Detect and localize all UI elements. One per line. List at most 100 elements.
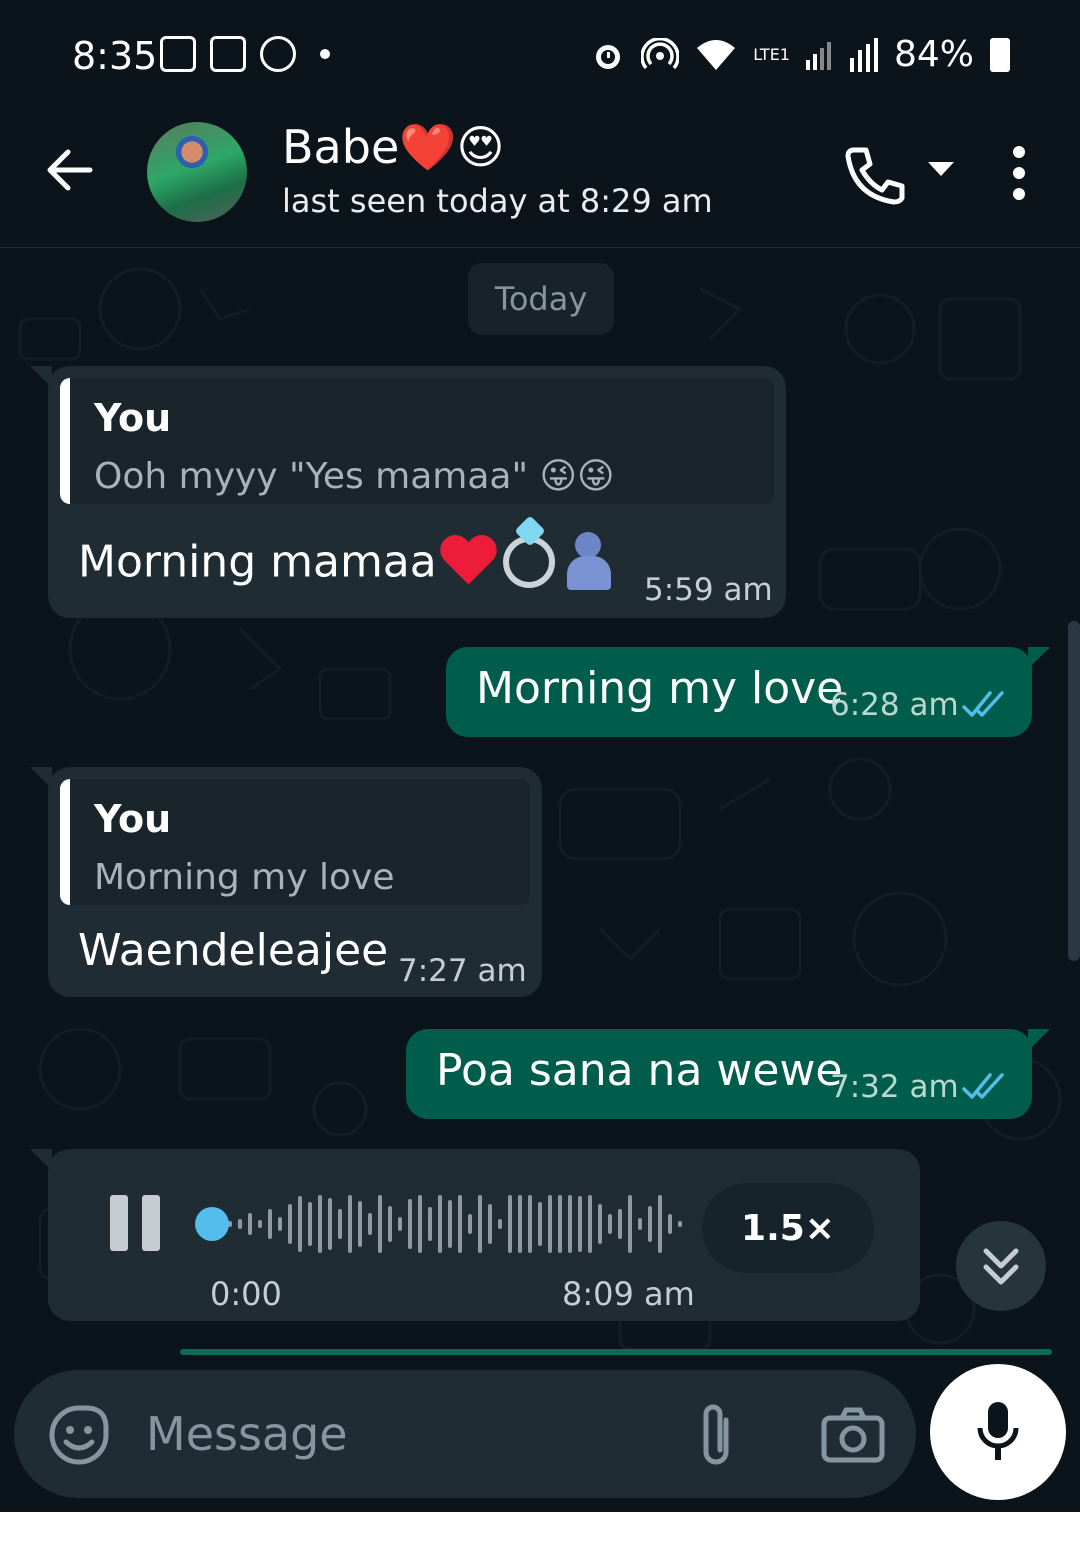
message-time: 7:27 am xyxy=(398,953,527,989)
voice-message-bubble[interactable]: 1.5× 0:00 8:09 am xyxy=(30,1149,920,1321)
quoted-text: Ooh myyy "Yes mamaa" 😜😜 xyxy=(94,456,615,497)
status-bar: 8:35 LTE1 84% xyxy=(0,0,1080,110)
attachment-icon[interactable] xyxy=(690,1400,742,1472)
waveform-bar xyxy=(578,1196,582,1252)
message-bubble-incoming[interactable]: You Morning my love Waendeleajee 7:27 am xyxy=(30,767,542,997)
waveform-bar xyxy=(558,1195,562,1253)
back-arrow-icon[interactable] xyxy=(40,140,100,200)
waveform-bar xyxy=(388,1206,392,1242)
waveform-bar xyxy=(338,1209,342,1239)
camera-icon[interactable] xyxy=(820,1404,886,1466)
pause-button[interactable] xyxy=(110,1195,160,1251)
waveform-bar xyxy=(448,1200,452,1248)
quote-bar xyxy=(60,378,70,504)
double-chevron-down-icon xyxy=(983,1248,1019,1285)
waveform-bar xyxy=(348,1195,352,1253)
waveform-bar xyxy=(478,1195,482,1253)
hugging-people-emoji-icon xyxy=(566,532,617,592)
message-time: 7:32 am xyxy=(830,1069,959,1105)
contact-name[interactable]: Babe❤️😍 xyxy=(282,120,504,175)
ring-emoji-icon xyxy=(502,536,555,588)
voice-record-button[interactable] xyxy=(930,1364,1066,1500)
waveform-bar xyxy=(618,1209,622,1239)
more-notifications-dot xyxy=(320,49,330,59)
audio-waveform[interactable] xyxy=(194,1189,684,1259)
waveform-bar xyxy=(418,1195,422,1253)
waveform-bar xyxy=(508,1195,512,1253)
waveform-bar xyxy=(408,1199,412,1249)
quoted-author: You xyxy=(94,797,172,841)
waveform-bar xyxy=(268,1209,272,1239)
recording-progress-line xyxy=(180,1349,1052,1355)
sticker-emoji-icon[interactable] xyxy=(48,1404,110,1466)
waveform-bar xyxy=(498,1219,502,1229)
message-text: Morning my love xyxy=(476,663,844,714)
scroll-to-bottom-button[interactable] xyxy=(956,1221,1046,1311)
message-bubble-outgoing[interactable]: Morning my love 6:28 am xyxy=(446,647,1050,737)
waveform-bar xyxy=(518,1195,522,1253)
waveform-bar xyxy=(258,1220,262,1228)
bubble-tail xyxy=(30,767,52,789)
quoted-message[interactable]: You Ooh myyy "Yes mamaa" 😜😜 xyxy=(60,378,774,504)
waveform-bar xyxy=(678,1221,682,1227)
waveform-bar xyxy=(328,1198,332,1250)
read-receipt-icon xyxy=(962,691,1004,717)
waveform-bar xyxy=(648,1206,652,1242)
contact-avatar[interactable] xyxy=(147,122,247,222)
message-input-container[interactable] xyxy=(14,1370,916,1498)
playback-position-knob[interactable] xyxy=(195,1207,229,1241)
waveform-bar xyxy=(378,1195,382,1253)
message-time: 5:59 am xyxy=(644,572,773,608)
voice-call-icon[interactable] xyxy=(840,140,910,210)
message-input[interactable] xyxy=(146,1400,646,1468)
quoted-text: Morning my love xyxy=(94,857,395,898)
date-separator: Today xyxy=(468,263,614,335)
message-bubble-incoming[interactable]: You Ooh myyy "Yes mamaa" 😜😜 Morning mama… xyxy=(30,366,786,618)
waveform-bar xyxy=(658,1195,662,1253)
status-time: 8:35 xyxy=(72,34,158,78)
waveform-bar xyxy=(248,1213,252,1235)
microphone-icon xyxy=(977,1402,1019,1460)
waveform-bar xyxy=(438,1195,442,1253)
message-text: Waendeleajee xyxy=(78,925,389,976)
battery-percent: 84% xyxy=(893,34,974,75)
bubble-tail xyxy=(30,366,52,388)
alarm-icon xyxy=(596,44,621,69)
quoted-message[interactable]: You Morning my love xyxy=(60,779,530,905)
playback-speed-button[interactable]: 1.5× xyxy=(702,1183,874,1273)
system-nav-bar xyxy=(0,1512,1080,1542)
battery-icon xyxy=(990,37,1010,72)
waveform-bar xyxy=(608,1214,612,1234)
more-options-icon[interactable] xyxy=(1008,146,1030,206)
screenshot-icon xyxy=(160,36,196,72)
waveform-bar xyxy=(308,1202,312,1246)
waveform-bar xyxy=(368,1213,372,1235)
message-time: 8:09 am xyxy=(562,1275,695,1313)
chat-scrollbar[interactable] xyxy=(1068,621,1080,961)
system-icons: LTE1 84% xyxy=(591,34,1010,75)
waveform-bar xyxy=(528,1195,532,1253)
bubble-tail xyxy=(30,1149,52,1171)
chat-area[interactable]: Today You Ooh myyy "Yes mamaa" 😜😜 Mornin… xyxy=(0,249,1080,1364)
waveform-bar xyxy=(458,1195,462,1253)
screen-record-icon xyxy=(210,36,246,72)
waveform-bar xyxy=(538,1202,542,1246)
wifi-icon xyxy=(697,39,736,70)
waveform-bar xyxy=(278,1217,282,1231)
waveform-bar xyxy=(638,1218,642,1230)
whatsapp-call-icon xyxy=(260,36,296,72)
waveform-bar xyxy=(598,1204,602,1244)
waveform-bar xyxy=(568,1195,572,1253)
message-text-row: Morning mamaa xyxy=(78,532,617,592)
waveform-bar xyxy=(548,1195,552,1253)
quoted-author: You xyxy=(94,396,172,440)
waveform-bar xyxy=(668,1214,672,1234)
signal-2-icon xyxy=(849,37,878,72)
message-bubble-outgoing[interactable]: Poa sana na wewe 7:32 am xyxy=(406,1029,1050,1119)
notification-icons xyxy=(160,36,330,72)
bubble-tail xyxy=(1028,1029,1050,1051)
chat-header: Babe❤️😍 last seen today at 8:29 am xyxy=(0,110,1080,248)
call-options-dropdown-icon[interactable] xyxy=(928,162,954,176)
bubble-tail xyxy=(1028,647,1050,669)
waveform-bar xyxy=(468,1214,472,1234)
